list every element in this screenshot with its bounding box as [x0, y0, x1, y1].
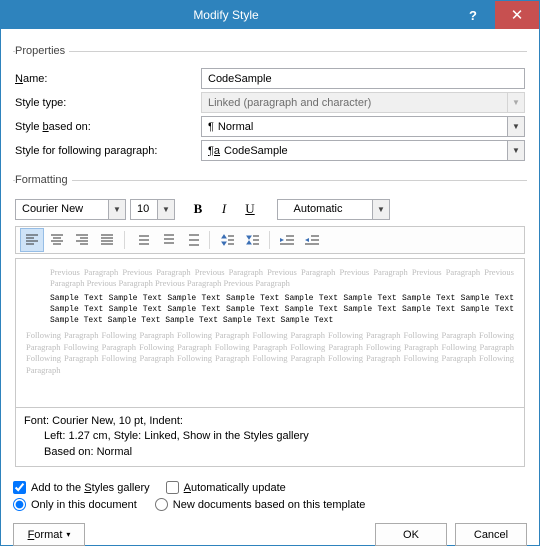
space-before-inc-button[interactable]: [215, 228, 239, 252]
align-left-button[interactable]: [20, 228, 44, 252]
spacing-1-button[interactable]: [130, 228, 154, 252]
formatting-group: Formatting Courier New ▼ 10 ▼ B I U Auto…: [13, 174, 527, 467]
size-combo[interactable]: 10 ▼: [130, 199, 175, 220]
name-label: Name:: [15, 73, 201, 85]
only-this-doc-radio[interactable]: Only in this document: [13, 498, 137, 511]
window-title: Modify Style: [1, 8, 451, 22]
preview-pane: Previous Paragraph Previous Paragraph Pr…: [15, 258, 525, 408]
paragraph-toolbar: [15, 226, 525, 254]
style-type-combo: Linked (paragraph and character) ▼: [201, 92, 525, 113]
chevron-down-icon[interactable]: ▼: [508, 116, 525, 137]
new-docs-radio[interactable]: New documents based on this template: [155, 498, 366, 511]
cancel-button[interactable]: Cancel: [455, 523, 527, 546]
align-center-button[interactable]: [45, 228, 69, 252]
underline-button[interactable]: U: [239, 198, 261, 220]
close-button[interactable]: ✕: [495, 1, 539, 29]
chevron-down-icon[interactable]: ▼: [109, 199, 126, 220]
bold-button[interactable]: B: [187, 198, 209, 220]
italic-button[interactable]: I: [213, 198, 235, 220]
indent-increase-button[interactable]: [300, 228, 324, 252]
space-before-dec-button[interactable]: [240, 228, 264, 252]
para-a-icon: ¶a: [208, 145, 220, 157]
format-button[interactable]: Format▾: [13, 523, 85, 546]
style-type-label: Style type:: [15, 97, 201, 109]
preview-sample: Sample Text Sample Text Sample Text Samp…: [50, 294, 514, 326]
add-to-gallery-checkbox[interactable]: Add to the Styles gallery: [13, 481, 150, 494]
following-label: Style for following paragraph:: [15, 145, 201, 157]
font-combo[interactable]: Courier New ▼: [15, 199, 126, 220]
chevron-down-icon[interactable]: ▼: [373, 199, 390, 220]
style-description: Font: Courier New, 10 pt, Indent: Left: …: [15, 407, 525, 467]
auto-update-checkbox[interactable]: Automatically update: [166, 481, 286, 494]
formatting-legend: Formatting: [15, 174, 72, 186]
help-button[interactable]: ?: [451, 1, 495, 29]
based-on-combo[interactable]: ¶Normal ▼: [201, 116, 525, 137]
preview-following: Following Paragraph Following Paragraph …: [26, 330, 514, 376]
indent-decrease-button[interactable]: [275, 228, 299, 252]
chevron-down-icon[interactable]: ▼: [158, 199, 175, 220]
name-input[interactable]: CodeSample: [201, 68, 525, 89]
spacing-15-button[interactable]: [155, 228, 179, 252]
properties-legend: Properties: [15, 45, 69, 57]
spacing-2-button[interactable]: [180, 228, 204, 252]
align-justify-button[interactable]: [95, 228, 119, 252]
font-color-combo[interactable]: Automatic ▼: [277, 199, 390, 220]
pilcrow-icon: ¶: [208, 121, 214, 133]
preview-previous: Previous Paragraph Previous Paragraph Pr…: [50, 267, 514, 290]
chevron-down-icon[interactable]: ▼: [508, 140, 525, 161]
titlebar: Modify Style ? ✕: [1, 1, 539, 29]
ok-button[interactable]: OK: [375, 523, 447, 546]
chevron-down-icon: ▼: [508, 92, 525, 113]
based-on-label: Style based on:: [15, 121, 201, 133]
properties-group: Properties Name: CodeSample Style type: …: [13, 45, 527, 164]
align-right-button[interactable]: [70, 228, 94, 252]
following-combo[interactable]: ¶aCodeSample ▼: [201, 140, 525, 161]
